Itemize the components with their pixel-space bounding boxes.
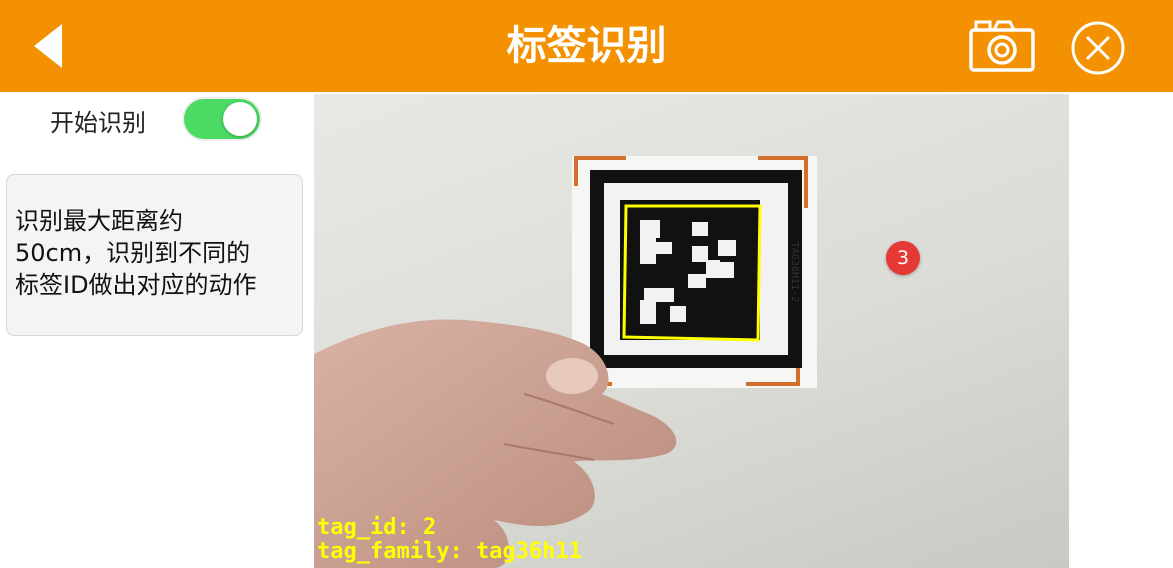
close-circle-icon	[1071, 21, 1125, 75]
tag-id-overlay: tag_id: 2	[317, 515, 437, 540]
recognition-toggle-row: 开始识别	[0, 95, 312, 143]
tag-side-label: TAG36H11-2	[789, 242, 800, 302]
camera-button[interactable]	[966, 14, 1038, 76]
tag-family-overlay: tag_family: tag36h11	[317, 539, 582, 564]
toggle-knob	[223, 102, 257, 136]
notification-badge[interactable]: 3	[886, 241, 920, 275]
top-bar: 标签识别	[0, 0, 1173, 92]
info-panel: 识别最大距离约 50cm，识别到不同的 标签ID做出对应的动作	[6, 174, 303, 336]
toggle-label: 开始识别	[50, 109, 146, 137]
camera-frame-image: TAG36H11-2	[314, 156, 817, 568]
recognition-toggle[interactable]	[184, 99, 260, 139]
chevron-left-icon	[34, 24, 62, 68]
apriltag-card: TAG36H11-2	[572, 156, 817, 388]
back-button[interactable]	[20, 18, 76, 74]
close-button[interactable]	[1068, 18, 1128, 78]
camera-icon	[969, 20, 1035, 72]
camera-preview: TAG36H11-2 tag_id: 2 tag_family: tag36h1…	[314, 94, 1069, 568]
